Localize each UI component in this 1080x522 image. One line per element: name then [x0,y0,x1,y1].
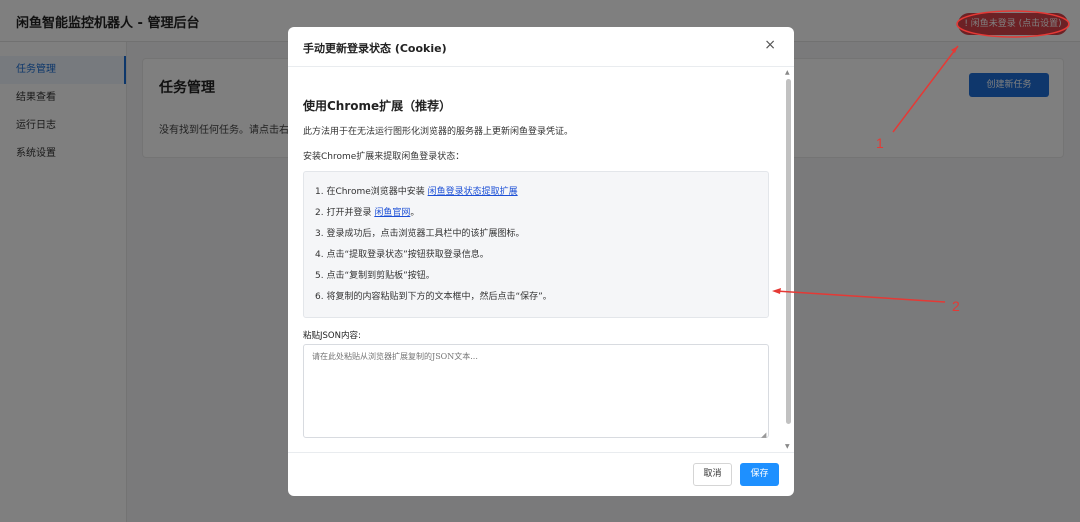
section-title: 使用Chrome扩展（推荐） [303,99,452,113]
install-label: 安装Chrome扩展来提取闲鱼登录状态： [303,152,465,162]
resize-handle-icon[interactable]: ◢ [761,431,766,439]
scroll-down-icon[interactable]: ▼ [785,443,790,450]
step-item: 1. 在Chrome浏览器中安装 闲鱼登录状态提取扩展 [315,187,518,197]
step-item: 3. 登录成功后，点击浏览器工具栏中的该扩展图标。 [315,229,525,239]
paste-label: 粘贴JSON内容: [303,331,361,341]
description-text: 此方法用于在无法运行图形化浏览器的服务器上更新闲鱼登录凭证。 [303,127,574,137]
step-item: 4. 点击“提取登录状态”按钮获取登录信息。 [315,250,489,260]
json-textarea[interactable] [303,344,769,438]
modal-body: 使用Chrome扩展（推荐） 此方法用于在无法运行图形化浏览器的服务器上更新闲鱼… [288,67,784,452]
xianyu-site-link[interactable]: 闲鱼官网 [374,208,410,218]
step-item: 2. 打开并登录 闲鱼官网。 [315,208,420,218]
modal-title: 手动更新登录状态 (Cookie) [303,42,447,55]
close-icon[interactable]: × [764,37,776,53]
modal-header: 手动更新登录状态 (Cookie) × [288,27,794,67]
step-item: 6. 将复制的内容粘贴到下方的文本框中，然后点击“保存”。 [315,292,552,302]
step-item: 5. 点击“复制到剪贴板”按钮。 [315,271,435,281]
extension-link[interactable]: 闲鱼登录状态提取扩展 [428,187,518,197]
modal-scrollbar[interactable]: ▲ ▼ [784,67,793,452]
cancel-button[interactable]: 取消 [693,463,732,486]
modal-footer: 取消 保存 [288,452,794,496]
scroll-up-icon[interactable]: ▲ [785,69,790,76]
save-button[interactable]: 保存 [740,463,779,486]
cookie-modal: 手动更新登录状态 (Cookie) × 使用Chrome扩展（推荐） 此方法用于… [288,27,794,496]
steps-box: 1. 在Chrome浏览器中安装 闲鱼登录状态提取扩展 2. 打开并登录 闲鱼官… [303,171,769,318]
scroll-thumb[interactable] [786,79,791,424]
